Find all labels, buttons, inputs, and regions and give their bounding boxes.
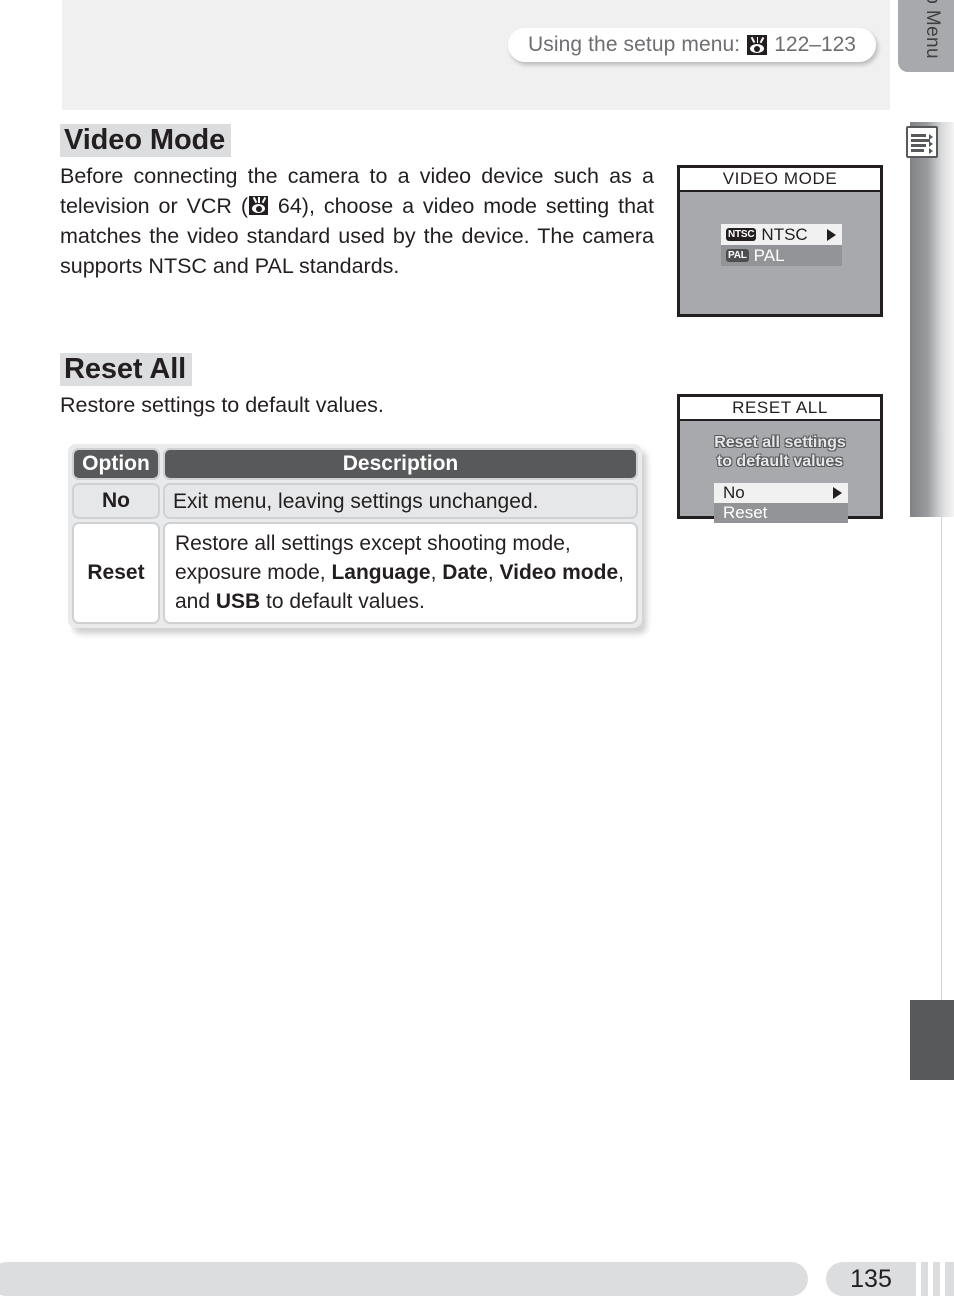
sidebar-chapter-label: Menu Guide—The Setup Menu: [910, 0, 954, 175]
video-mode-section: Video Mode Before connecting the camera …: [60, 124, 660, 281]
screen-title-reset-all: RESET ALL: [680, 397, 880, 421]
page-title-reset-all: Reset All: [60, 353, 193, 386]
table-row: No Exit menu, leaving settings unchanged…: [72, 483, 638, 519]
video-mode-option-ntsc[interactable]: NTSC NTSC: [721, 224, 842, 245]
footer-tick: [933, 1262, 940, 1296]
reset-all-message-line1: Reset all settings: [714, 434, 846, 451]
table-header-option: Option: [72, 448, 160, 480]
table-cell-option-no: No: [72, 483, 160, 519]
running-head-pill: Using the setup menu: 122–123: [508, 28, 876, 62]
page-number: 135: [826, 1262, 916, 1296]
video-mode-option-pal[interactable]: PAL PAL: [721, 245, 842, 266]
reset-all-message-line2: to default values: [716, 453, 844, 470]
video-mode-option-ntsc-label: NTSC: [761, 224, 808, 244]
table-header-description: Description: [163, 448, 638, 480]
reset-all-option-list: No Reset: [714, 483, 848, 523]
table-cell-option-reset: Reset: [72, 522, 160, 624]
video-mode-body: Before connecting the camera to a video …: [60, 161, 654, 281]
reset-all-option-no-label: No: [723, 483, 745, 502]
page-title-video-mode: Video Mode: [60, 124, 232, 157]
sidebar-chapter-tab: [910, 122, 954, 517]
reset-all-option-reset[interactable]: Reset: [714, 503, 848, 523]
options-table: Option Description No Exit menu, leaving…: [68, 444, 642, 628]
sidebar-bottom-block: [910, 1000, 954, 1080]
page-header-band: Using the setup menu: 122–123: [62, 0, 890, 110]
eye-icon: [249, 196, 268, 215]
footer-bar: [0, 1262, 808, 1296]
table-cell-description-reset: Restore all settings except shooting mod…: [163, 522, 638, 624]
reset-all-body: Restore settings to default values.: [60, 393, 384, 417]
table-header-row: Option Description: [72, 448, 638, 480]
reset-all-section: Reset All Restore settings to default va…: [60, 353, 660, 420]
pal-badge-icon: PAL: [726, 249, 749, 262]
camera-screen-video-mode: VIDEO MODE NTSC NTSC PAL PAL: [677, 165, 883, 317]
right-arrow-icon: [833, 487, 842, 499]
reset-all-option-reset-label: Reset: [723, 503, 768, 522]
camera-screen-reset-all: RESET ALL Reset all settings to default …: [677, 394, 883, 523]
video-mode-option-pal-label: PAL: [753, 245, 785, 265]
screen-title-video-mode: VIDEO MODE: [680, 168, 880, 192]
running-head-text: Using the setup menu:: [528, 33, 741, 56]
eye-icon: [747, 35, 768, 55]
sidebar-rule: [941, 430, 942, 1030]
reset-all-option-no[interactable]: No: [714, 483, 848, 503]
table-row: Reset Restore all settings except shooti…: [72, 522, 638, 624]
ntsc-badge-icon: NTSC: [726, 228, 757, 241]
right-arrow-icon: [827, 228, 836, 241]
video-mode-option-list: NTSC NTSC PAL PAL: [721, 224, 842, 266]
table-cell-description-no: Exit menu, leaving settings unchanged.: [163, 483, 638, 519]
reset-all-message: Reset all settings to default values: [680, 433, 880, 471]
footer-tick: [921, 1262, 928, 1296]
running-head-pages: 122–123: [774, 33, 856, 56]
footer-tick: [945, 1262, 954, 1296]
